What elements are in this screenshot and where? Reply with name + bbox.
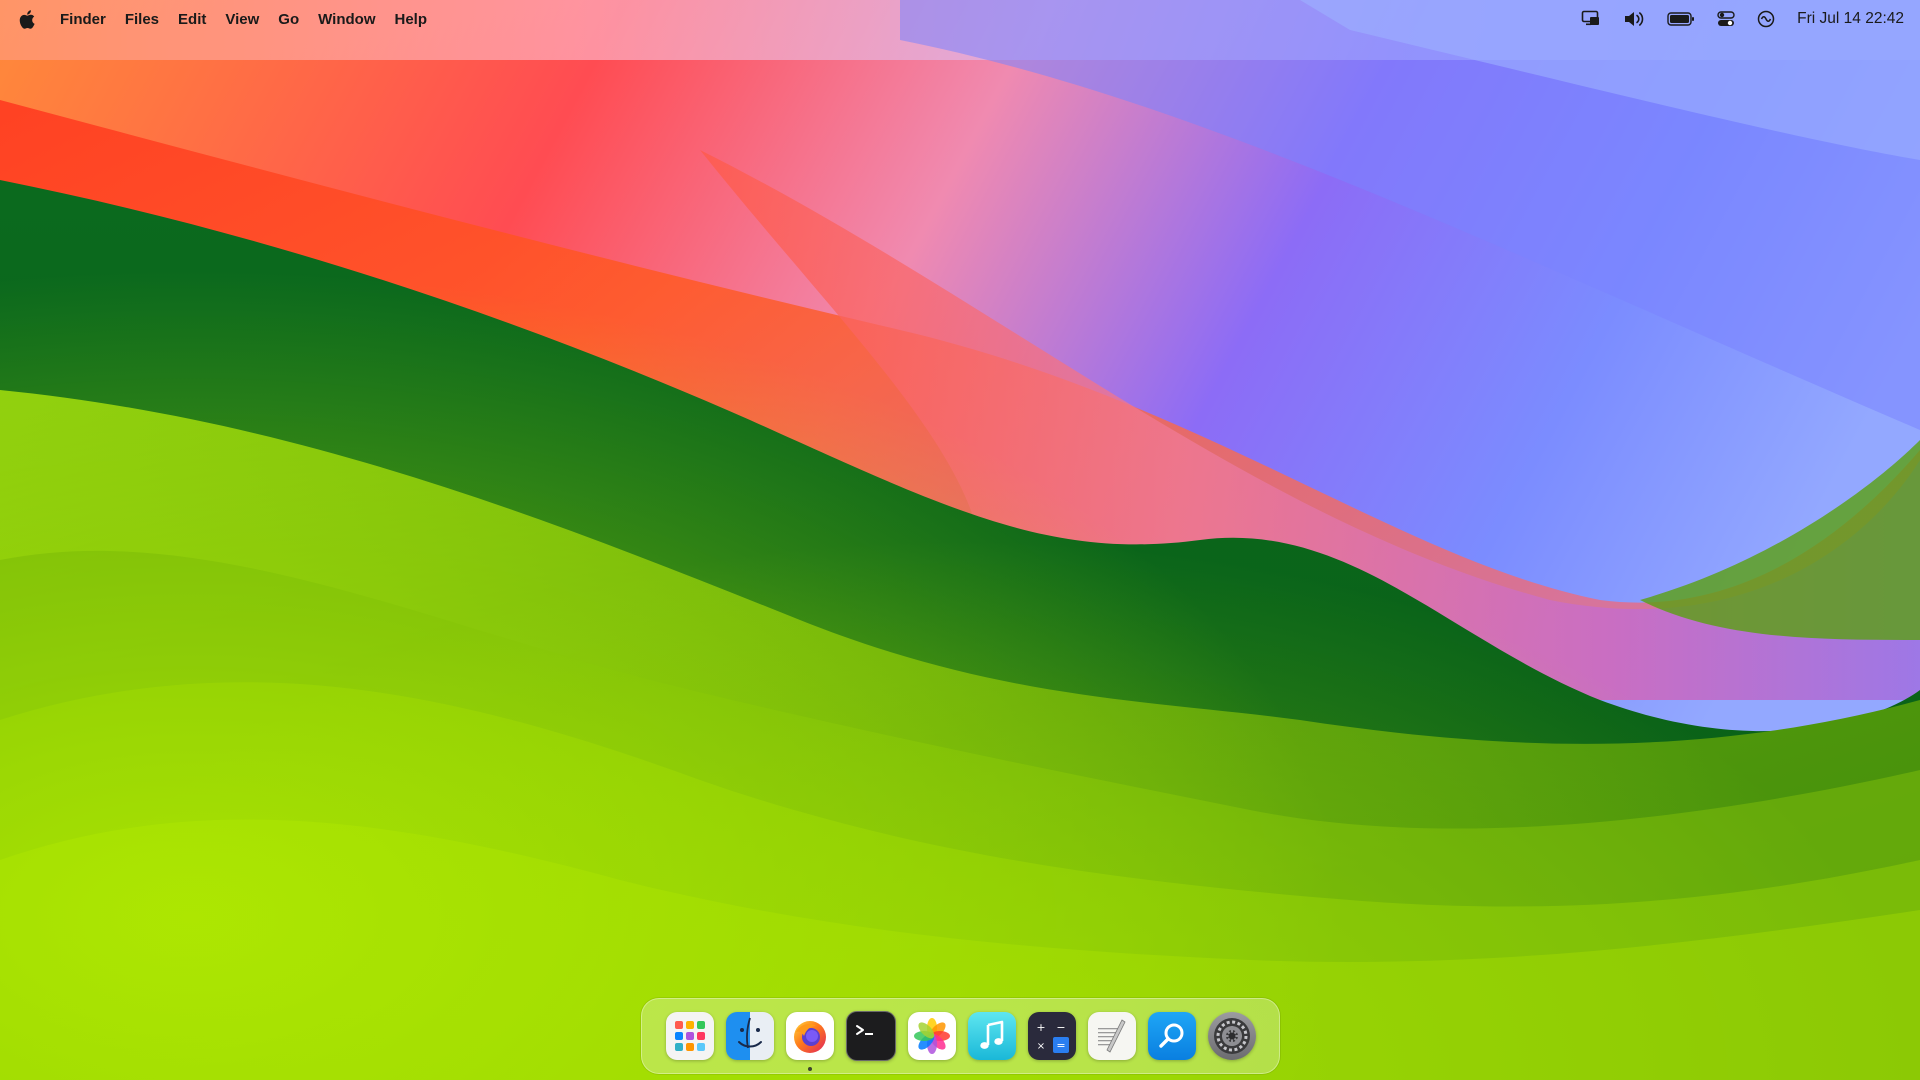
control-center-icon[interactable] (1717, 8, 1735, 30)
dock-item-photos[interactable] (907, 1012, 956, 1060)
launchpad-icon (674, 1021, 705, 1051)
dock-item-system-settings[interactable] (1207, 1012, 1256, 1060)
menu-edit[interactable]: Edit (178, 11, 206, 28)
menu-app-name[interactable]: Finder (60, 11, 106, 28)
dock-item-calculator[interactable]: + − × = (1027, 1012, 1076, 1060)
finder-icon (737, 1017, 762, 1049)
dock-item-launchpad[interactable] (665, 1012, 714, 1060)
svg-text:−: − (1056, 1021, 1065, 1034)
volume-icon[interactable] (1623, 8, 1645, 30)
display-mirroring-icon[interactable] (1581, 8, 1601, 30)
menu-view[interactable]: View (225, 11, 259, 28)
menu-files[interactable]: Files (125, 11, 159, 28)
dock-item-firefox[interactable] (785, 1012, 834, 1071)
dock-item-terminal[interactable] (845, 1011, 896, 1061)
running-indicator (807, 1067, 812, 1071)
calculator-icon: + − × = (1036, 1021, 1069, 1053)
dock-item-textedit[interactable] (1087, 1012, 1136, 1060)
menu-window[interactable]: Window (318, 11, 375, 28)
dock: + − × = (641, 998, 1280, 1074)
terminal-icon (855, 1025, 873, 1035)
siri-icon[interactable] (1757, 8, 1775, 30)
svg-text:+: + (1036, 1021, 1045, 1034)
dock-item-spotlight[interactable] (1147, 1012, 1196, 1060)
spotlight-icon (1158, 1023, 1183, 1048)
desktop[interactable]: Finder Files Edit View Go Window Help Fr… (0, 0, 1920, 1080)
menu-bar-left: Finder Files Edit View Go Window Help (0, 0, 446, 38)
svg-text:×: × (1036, 1041, 1044, 1052)
dock-item-music[interactable] (967, 1012, 1016, 1060)
textedit-icon (1097, 1019, 1126, 1053)
menu-help[interactable]: Help (395, 11, 428, 28)
battery-icon[interactable] (1667, 8, 1695, 30)
svg-text:=: = (1056, 1039, 1065, 1052)
firefox-icon (793, 1021, 826, 1053)
menu-bar-clock[interactable]: Fri Jul 14 22:42 (1797, 10, 1904, 28)
photos-icon (913, 1018, 950, 1054)
settings-icon (1213, 1018, 1250, 1054)
menu-bar: Finder Files Edit View Go Window Help Fr… (0, 0, 1920, 38)
apple-menu-icon[interactable] (18, 9, 36, 29)
menu-go[interactable]: Go (278, 11, 299, 28)
music-icon (979, 1020, 1003, 1049)
menu-bar-right: Fri Jul 14 22:42 (1559, 0, 1920, 38)
dock-item-finder[interactable] (725, 1012, 774, 1060)
desktop-wallpaper (0, 0, 1920, 1080)
